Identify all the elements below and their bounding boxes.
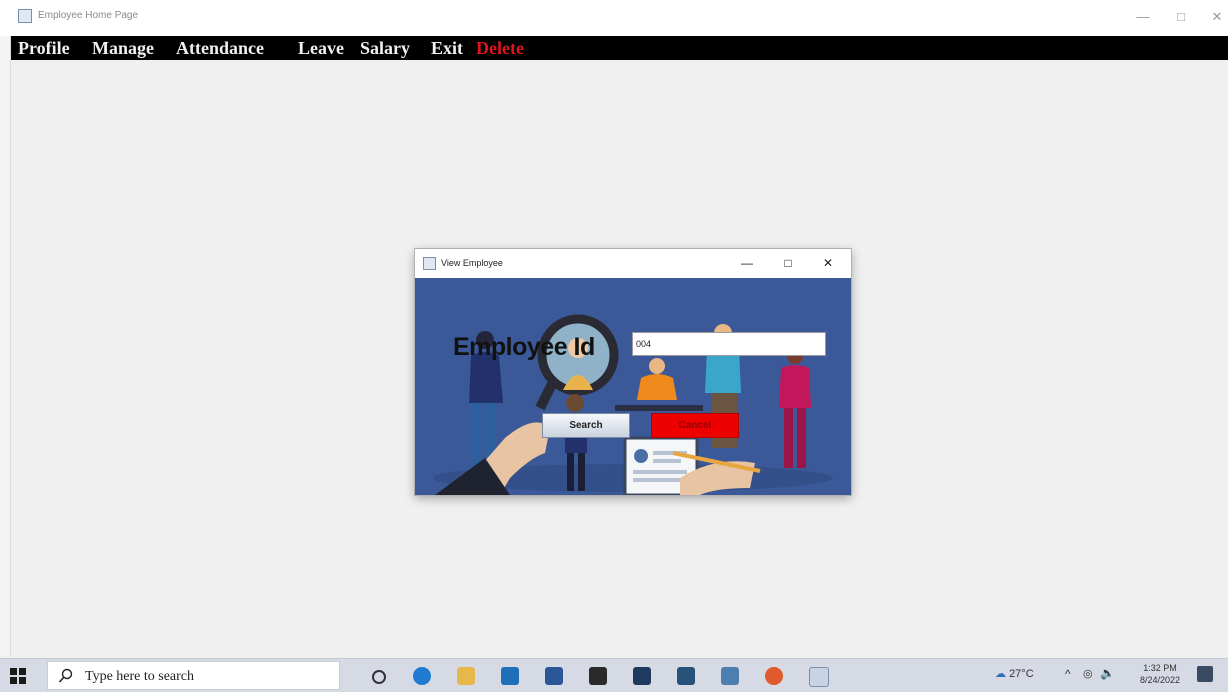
- employee-search-illustration: [415, 278, 851, 495]
- menu-salary[interactable]: Salary: [360, 38, 410, 59]
- clock-time: 1:32 PM: [1143, 663, 1177, 673]
- weather-icon: ☁: [995, 668, 1006, 680]
- dialog-close-icon[interactable]: ✕: [818, 255, 838, 271]
- clock[interactable]: 1:32 PM 8/24/2022: [1136, 662, 1184, 686]
- temperature-text: 27°C: [1009, 668, 1034, 680]
- tray-chevron-icon[interactable]: ^: [1065, 667, 1071, 681]
- menu-exit[interactable]: Exit: [431, 38, 463, 59]
- menu-profile[interactable]: Profile: [18, 38, 70, 59]
- java-app-taskbar-icon[interactable]: [809, 667, 829, 687]
- menu-delete[interactable]: Delete: [476, 38, 524, 59]
- edge-browser-icon[interactable]: [413, 667, 431, 685]
- task-view-icon[interactable]: [372, 670, 386, 684]
- menu-bar: Profile Manage Attendance Leave Salary E…: [10, 36, 1228, 60]
- dialog-maximize-icon[interactable]: □: [778, 255, 798, 271]
- window-left-edge: [0, 36, 11, 656]
- network-icon[interactable]: ◎: [1083, 667, 1093, 680]
- windows-start-icon[interactable]: [10, 668, 26, 684]
- search-placeholder: Type here to search: [85, 669, 195, 684]
- maximize-icon[interactable]: □: [1171, 8, 1191, 26]
- menu-manage[interactable]: Manage: [92, 38, 154, 59]
- dialog-titlebar: View Employee — □ ✕: [415, 249, 851, 278]
- search-button[interactable]: Search: [542, 413, 630, 438]
- taskbar-search-box[interactable]: Type here to search: [47, 661, 340, 690]
- employee-id-label: Employee Id: [453, 333, 595, 361]
- java-app-icon: [423, 257, 436, 270]
- window-title: Employee Home Page: [38, 10, 139, 21]
- notification-icon[interactable]: [1197, 666, 1213, 682]
- terminal-icon[interactable]: [589, 667, 607, 685]
- store-icon[interactable]: [501, 667, 519, 685]
- volume-icon[interactable]: 🔈: [1100, 666, 1115, 680]
- weather-readout[interactable]: ☁ 27°C: [995, 667, 1034, 680]
- photos-icon[interactable]: [633, 667, 651, 685]
- word-icon[interactable]: [545, 667, 563, 685]
- search-icon: [58, 668, 73, 683]
- visio-icon[interactable]: [721, 667, 739, 685]
- cancel-button[interactable]: Cancel: [651, 413, 739, 438]
- view-employee-dialog: View Employee — □ ✕ Employee Id 004 Sear…: [415, 249, 851, 495]
- app-icon[interactable]: [765, 667, 783, 685]
- minimize-icon[interactable]: —: [1133, 8, 1153, 26]
- file-explorer-icon[interactable]: [457, 667, 475, 685]
- clock-date: 8/24/2022: [1139, 675, 1181, 685]
- menu-attendance[interactable]: Attendance: [176, 38, 264, 59]
- close-icon[interactable]: ✕: [1207, 8, 1227, 26]
- taskbar: Type here to search ☁ 27°C ^ ◎ 🔈 1:32 PM…: [0, 658, 1228, 692]
- employee-id-input[interactable]: [632, 332, 826, 356]
- main-window-titlebar: Employee Home Page — □ ✕: [0, 0, 1228, 37]
- java-app-icon: [18, 9, 32, 23]
- menu-leave[interactable]: Leave: [298, 38, 344, 59]
- dialog-minimize-icon[interactable]: —: [737, 255, 757, 271]
- calendar-icon[interactable]: [677, 667, 695, 685]
- dialog-title: View Employee: [441, 258, 503, 268]
